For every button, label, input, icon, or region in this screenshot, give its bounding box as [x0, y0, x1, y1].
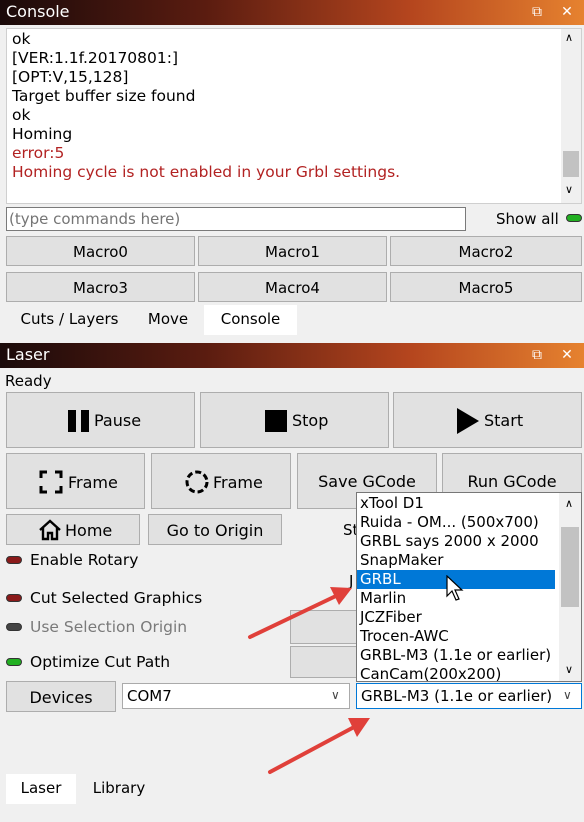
macro5-button[interactable]: Macro5 — [390, 272, 582, 302]
console-line: Homing — [12, 125, 73, 143]
console-line: [VER:1.1f.20170801:] — [12, 49, 179, 67]
stop-icon — [265, 410, 287, 432]
frame-label: Frame — [213, 473, 263, 492]
mouse-cursor-icon — [446, 575, 464, 601]
console-scrollbar[interactable]: ∧ ∨ — [561, 29, 581, 203]
console-output: ok [VER:1.1f.20170801:] [OPT:V,15,128] T… — [6, 28, 582, 204]
scroll-thumb[interactable] — [561, 527, 579, 607]
port-value: COM7 — [127, 687, 172, 705]
float-window-icon[interactable]: ⧉ — [528, 346, 546, 364]
show-all-label: Show all — [496, 210, 559, 228]
dropdown-scrollbar[interactable]: ∧ ∨ — [559, 493, 581, 681]
laser-tabbar: Laser Library — [0, 774, 584, 804]
devices-button[interactable]: Devices — [6, 681, 116, 712]
home-button[interactable]: Home — [6, 514, 140, 545]
device-select[interactable]: GRBL-M3 (1.1e or earlier) ∨ — [356, 683, 582, 709]
hidden-button[interactable] — [290, 646, 358, 678]
hidden-button[interactable] — [290, 610, 358, 644]
tab-laser[interactable]: Laser — [6, 774, 76, 804]
use-selection-origin-toggle[interactable] — [6, 623, 22, 631]
list-item[interactable]: xTool D1 — [360, 494, 424, 513]
stop-label: Stop — [292, 411, 329, 430]
list-item[interactable]: SnapMaker — [360, 551, 443, 570]
enable-rotary-label: Enable Rotary — [30, 551, 139, 569]
enable-rotary-toggle[interactable] — [6, 556, 22, 564]
tab-console[interactable]: Console — [204, 305, 297, 335]
list-item-selected[interactable]: GRBL — [360, 570, 401, 589]
macro3-button[interactable]: Macro3 — [6, 272, 195, 302]
pause-icon — [68, 410, 90, 432]
macro1-button[interactable]: Macro1 — [198, 236, 387, 266]
home-label: Home — [65, 521, 113, 540]
start-label: Start — [484, 411, 524, 430]
frame-rect-button[interactable]: Frame — [6, 453, 145, 509]
optimize-cut-path-label: Optimize Cut Path — [30, 653, 171, 671]
command-input[interactable] — [6, 207, 466, 231]
frame-circle-button[interactable]: Frame — [151, 453, 291, 509]
macro0-button[interactable]: Macro0 — [6, 236, 195, 266]
device-value: GRBL-M3 (1.1e or earlier) — [361, 687, 553, 705]
scroll-down-icon[interactable]: ∨ — [565, 663, 573, 676]
list-item[interactable]: CanCam(200x200) — [360, 665, 501, 681]
arrow-head-icon — [348, 718, 370, 737]
show-all-toggle[interactable] — [566, 214, 582, 222]
laser-title: Laser — [6, 345, 50, 364]
list-item[interactable]: GRBL says 2000 x 2000 — [360, 532, 539, 551]
scroll-down-icon[interactable]: ∨ — [565, 183, 573, 196]
macro2-button[interactable]: Macro2 — [390, 236, 582, 266]
frame-circle-icon — [185, 470, 209, 494]
laser-status: Ready — [5, 372, 52, 390]
macro4-button[interactable]: Macro4 — [198, 272, 387, 302]
close-icon[interactable]: ✕ — [558, 3, 576, 21]
pause-label: Pause — [94, 411, 142, 430]
console-line: ok — [12, 30, 31, 48]
list-item[interactable]: Marlin — [360, 589, 406, 608]
console-line: Target buffer size found — [12, 87, 196, 105]
console-titlebar: Console ⧉ ✕ — [0, 0, 584, 25]
list-item[interactable]: JCZFiber — [360, 608, 422, 627]
play-icon — [457, 408, 479, 434]
cut-selected-graphics-label: Cut Selected Graphics — [30, 589, 203, 607]
tab-library[interactable]: Library — [80, 774, 158, 804]
pause-button[interactable]: Pause — [6, 392, 195, 448]
console-line: ok — [12, 106, 31, 124]
device-dropdown-list[interactable]: xTool D1 Ruida - OM... (500x700) GRBL sa… — [356, 492, 582, 682]
list-item[interactable]: Ruida - OM... (500x700) — [360, 513, 539, 532]
console-title: Console — [6, 2, 70, 21]
tab-move[interactable]: Move — [133, 305, 203, 335]
go-to-origin-button[interactable]: Go to Origin — [148, 514, 282, 545]
stop-button[interactable]: Stop — [200, 392, 389, 448]
cut-selected-graphics-toggle[interactable] — [6, 594, 22, 602]
chevron-down-icon: ∨ — [563, 688, 572, 702]
laser-titlebar: Laser ⧉ ✕ — [0, 343, 584, 368]
tab-cuts-layers[interactable]: Cuts / Layers — [8, 305, 131, 335]
console-error-line: error:5 — [12, 144, 65, 162]
close-icon[interactable]: ✕ — [558, 346, 576, 364]
console-error-line: Homing cycle is not enabled in your Grbl… — [12, 163, 401, 181]
scroll-up-icon[interactable]: ∧ — [565, 497, 573, 510]
scroll-thumb[interactable] — [563, 151, 579, 177]
chevron-down-icon: ∨ — [331, 688, 340, 702]
home-icon — [39, 519, 61, 541]
port-select[interactable]: COM7 ∨ — [122, 683, 350, 709]
start-button[interactable]: Start — [393, 392, 582, 448]
frame-square-icon — [39, 470, 63, 494]
console-tabbar: Cuts / Layers Move Console — [0, 305, 584, 335]
optimize-cut-path-toggle[interactable] — [6, 658, 22, 666]
console-line: [OPT:V,15,128] — [12, 68, 129, 86]
float-window-icon[interactable]: ⧉ — [528, 3, 546, 21]
job-origin-label: J — [349, 572, 354, 590]
frame-label: Frame — [68, 473, 118, 492]
list-item[interactable]: Trocen-AWC — [360, 627, 449, 646]
scroll-up-icon[interactable]: ∧ — [565, 31, 573, 44]
use-selection-origin-label: Use Selection Origin — [30, 618, 188, 636]
list-item[interactable]: GRBL-M3 (1.1e or earlier) — [360, 646, 551, 665]
